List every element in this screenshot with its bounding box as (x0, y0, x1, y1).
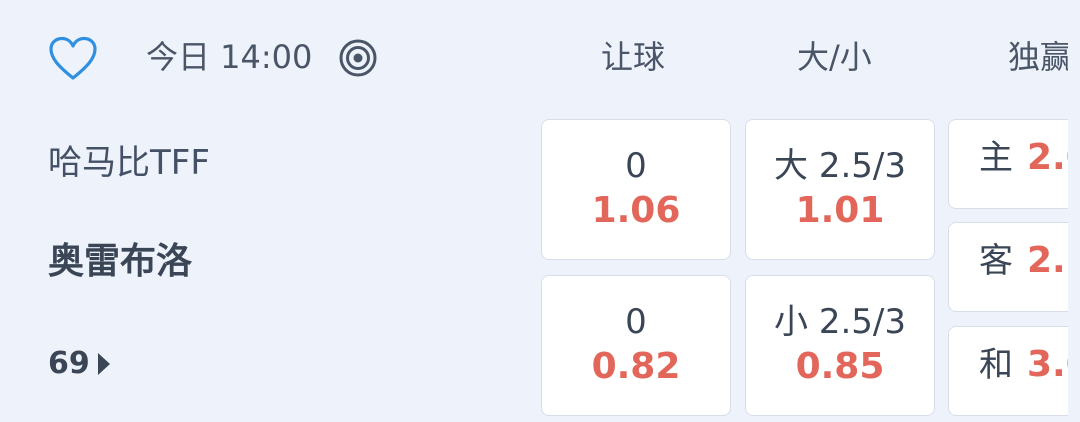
total-under-cell[interactable]: 小 2.5/3 0.85 (745, 275, 935, 416)
total-odds: 0.85 (795, 346, 885, 387)
handicap-line: 0 (625, 302, 647, 342)
target-icon[interactable] (338, 38, 378, 78)
total-line: 大 2.5/3 (774, 146, 906, 186)
total-over-cell[interactable]: 大 2.5/3 1.01 (745, 119, 935, 260)
total-odds: 1.01 (795, 190, 885, 231)
more-markets-count: 69 (48, 346, 90, 381)
moneyline-label: 客 (979, 241, 1013, 281)
moneyline-odds: 2.3 (1027, 240, 1068, 281)
away-team-name: 奥雷布洛 (48, 241, 193, 282)
column-header-handicap: 让球 (601, 38, 666, 76)
moneyline-odds: 2.0 (1027, 137, 1068, 178)
caret-right-icon (97, 353, 110, 375)
moneyline-draw-cell[interactable]: 和 3.0 (948, 326, 1068, 416)
moneyline-odds: 3.0 (1027, 344, 1068, 385)
match-time: 今日 14:00 (146, 38, 313, 76)
match-card: 今日 14:00 让球 大/小 独赢 哈马比TFF 奥雷布洛 69 0 1.06… (0, 0, 1068, 422)
more-markets-link[interactable]: 69 (48, 344, 110, 384)
moneyline-home-cell[interactable]: 主 2.0 (948, 119, 1068, 209)
total-line: 小 2.5/3 (774, 302, 906, 342)
column-header-moneyline: 独赢 (1008, 38, 1068, 76)
moneyline-label: 主 (979, 138, 1013, 178)
handicap-odds: 0.82 (591, 346, 681, 387)
favorite-heart-icon[interactable] (48, 36, 98, 82)
moneyline-label: 和 (979, 345, 1013, 385)
handicap-home-cell[interactable]: 0 1.06 (541, 119, 731, 260)
moneyline-away-cell[interactable]: 客 2.3 (948, 222, 1068, 312)
handicap-odds: 1.06 (591, 190, 681, 231)
column-header-total: 大/小 (797, 38, 872, 76)
handicap-away-cell[interactable]: 0 0.82 (541, 275, 731, 416)
home-team-name: 哈马比TFF (48, 143, 210, 183)
handicap-line: 0 (625, 146, 647, 186)
